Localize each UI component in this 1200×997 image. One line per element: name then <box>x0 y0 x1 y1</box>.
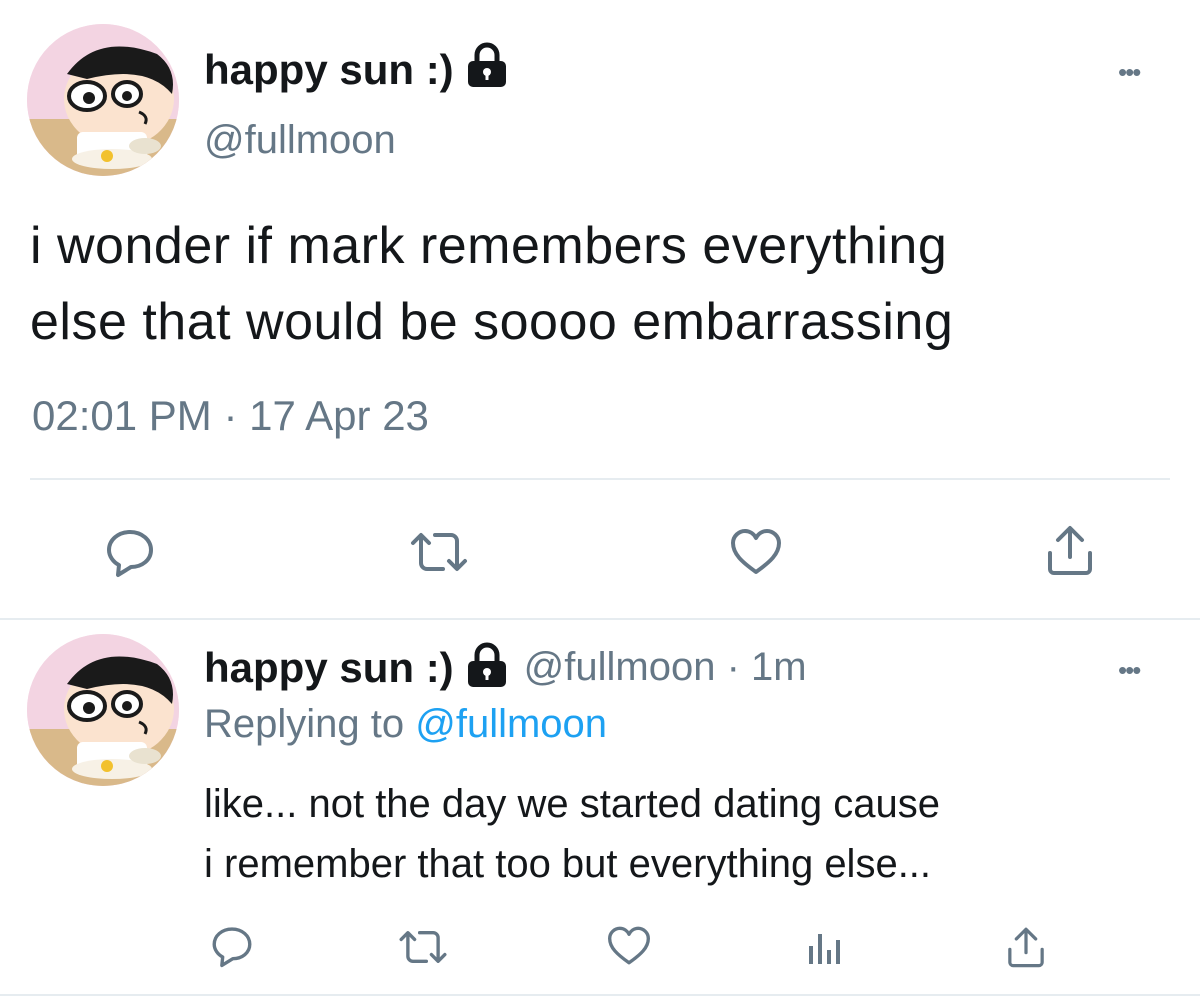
share-icon <box>1008 927 1044 968</box>
more-options-button[interactable]: ••• <box>1118 657 1141 683</box>
reply-button[interactable] <box>208 922 256 970</box>
like-icon <box>608 926 650 965</box>
tweet-timestamp[interactable]: 02:01 PM · 17 Apr 23 <box>32 392 429 440</box>
retweet-button[interactable] <box>396 924 450 970</box>
reply-text-line: i remember that too but everything else.… <box>204 842 932 886</box>
cartoon-boy-avatar-icon <box>27 24 179 176</box>
divider <box>0 994 1200 996</box>
share-button[interactable] <box>1002 922 1050 972</box>
reply-text: like... not the day we started dating ca… <box>204 774 940 894</box>
tweet-text-line: else that would be soooo embarrassing <box>30 293 954 351</box>
like-button[interactable] <box>726 522 786 582</box>
tweet-text: i wonder if mark remembers everything el… <box>30 208 1180 360</box>
reply-icon <box>107 530 153 577</box>
replying-mention-link[interactable]: @fullmoon <box>415 702 607 746</box>
analytics-button[interactable] <box>802 924 846 970</box>
divider <box>30 478 1170 480</box>
reply-header: happy sun :) @fullmoon · 1m <box>204 642 807 693</box>
reply-button[interactable] <box>100 522 160 582</box>
replying-to: Replying to @fullmoon <box>204 702 607 747</box>
tweet-text-line: i wonder if mark remembers everything <box>30 217 948 275</box>
lock-icon <box>466 42 508 98</box>
cartoon-boy-avatar-icon <box>27 634 179 786</box>
share-icon <box>1048 526 1092 575</box>
retweet-button[interactable] <box>406 524 472 580</box>
analytics-icon <box>809 934 840 964</box>
replying-prefix: Replying to <box>204 702 405 746</box>
author-handle[interactable]: @fullmoon <box>204 118 396 163</box>
author-name-text[interactable]: happy sun :) <box>204 46 454 94</box>
avatar[interactable] <box>27 24 179 176</box>
divider <box>0 618 1200 620</box>
author-handle-time[interactable]: @fullmoon · 1m <box>524 645 807 690</box>
like-button[interactable] <box>604 922 654 970</box>
retweet-icon <box>411 533 467 571</box>
reply-text-line: like... not the day we started dating ca… <box>204 782 940 826</box>
like-icon <box>731 529 781 574</box>
author-name[interactable]: happy sun :) <box>204 42 508 98</box>
lock-icon <box>466 642 508 693</box>
retweet-icon <box>399 931 447 963</box>
more-options-button[interactable]: ••• <box>1118 59 1141 85</box>
avatar[interactable] <box>27 634 179 786</box>
author-name[interactable]: happy sun :) <box>204 644 454 692</box>
reply-icon <box>212 927 252 968</box>
share-button[interactable] <box>1040 520 1100 580</box>
